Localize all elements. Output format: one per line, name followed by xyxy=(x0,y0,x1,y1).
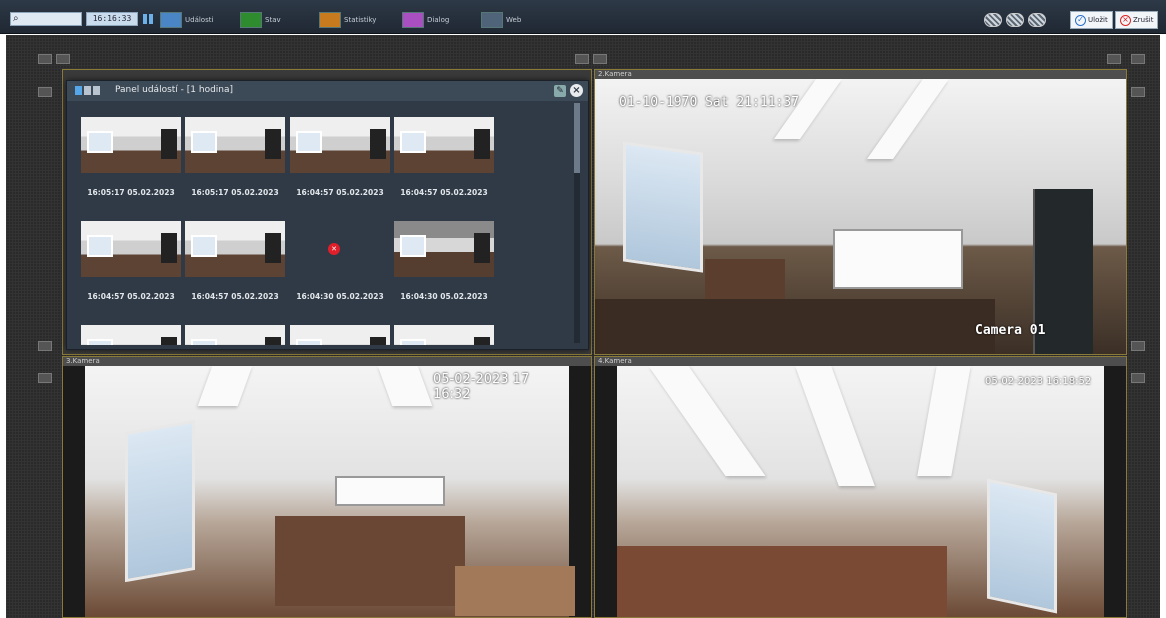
event-item[interactable]: 16:04:57 05.02.2023 xyxy=(390,117,494,217)
event-thumbnail xyxy=(81,117,181,173)
web-button[interactable]: Web xyxy=(481,10,521,30)
camera-slot-icon[interactable] xyxy=(1131,341,1145,351)
check-icon: ✓ xyxy=(1075,14,1086,26)
event-item[interactable] xyxy=(181,325,285,345)
event-thumbnail xyxy=(394,117,494,173)
view-mode-icons xyxy=(75,86,100,95)
event-thumbnail-missing xyxy=(290,221,390,277)
layout-mode-icon-3[interactable] xyxy=(1028,13,1046,27)
statistics-icon xyxy=(319,12,341,28)
event-item[interactable] xyxy=(77,325,181,345)
camera-label: 2.Kamera xyxy=(595,70,1126,79)
grid-view-icon[interactable] xyxy=(75,86,82,95)
event-thumbnail xyxy=(394,325,494,345)
osd-timestamp: 01-10-1970 Sat 21:11:37 xyxy=(619,95,800,110)
top-toolbar: ⌕ 16:16:33 Události Stav Statistiky Dial… xyxy=(0,0,1166,34)
camera-slot-icon[interactable] xyxy=(1131,373,1145,383)
edit-icon[interactable]: ✎ xyxy=(554,85,566,97)
event-item[interactable]: 16:04:57 05.02.2023 xyxy=(286,117,390,217)
osd-timestamp: 05-02-2023 17 16:32 xyxy=(433,372,530,402)
event-panel-header: Panel událostí - [1 hodina] ✎ × xyxy=(67,81,588,101)
camera-video: 01-10-1970 Sat 21:11:37 Camera 01 xyxy=(595,79,1126,354)
event-item[interactable]: 16:05:17 05.02.2023 xyxy=(181,117,285,217)
camera-video: 05-02-2023 16:18:52 xyxy=(617,366,1104,617)
event-item[interactable] xyxy=(390,325,494,345)
event-thumbnail xyxy=(290,325,390,345)
event-list-scrollbar[interactable] xyxy=(574,103,580,343)
search-icon: ⌕ xyxy=(13,13,19,24)
camera-slot-icon[interactable] xyxy=(1131,54,1145,64)
layout-mode-icon-1[interactable] xyxy=(984,13,1002,27)
event-item[interactable]: 16:04:30 05.02.2023 xyxy=(390,221,494,321)
event-item[interactable] xyxy=(286,325,390,345)
osd-camera-name: Camera 01 xyxy=(975,323,1046,338)
search-input[interactable]: ⌕ xyxy=(10,12,82,26)
camera-tile-4[interactable]: 4.Kamera 05-02-2023 16:18:52 xyxy=(594,356,1127,618)
camera-slot-icon[interactable] xyxy=(1107,54,1121,64)
layout-grid-icon[interactable] xyxy=(143,14,153,24)
camera-label: 4.Kamera xyxy=(595,357,1126,366)
event-list: 16:05:17 05.02.2023 16:05:17 05.02.2023 … xyxy=(77,117,573,345)
save-button[interactable]: ✓ Uložit xyxy=(1070,11,1113,29)
camera-slot-icon[interactable] xyxy=(575,54,589,64)
statistics-button[interactable]: Statistiky xyxy=(319,10,376,30)
osd-timestamp: 05-02-2023 16:18:52 xyxy=(985,376,1092,387)
event-panel-title: Panel událostí - [1 hodina] xyxy=(115,85,234,95)
error-icon: ✕ xyxy=(328,243,340,255)
events-icon xyxy=(160,12,182,28)
camera-slot-icon[interactable] xyxy=(1131,87,1145,97)
status-icon xyxy=(240,12,262,28)
camera-slot-icon[interactable] xyxy=(38,373,52,383)
status-button[interactable]: Stav xyxy=(240,10,281,30)
event-panel: Panel událostí - [1 hodina] ✎ × 16:05:17… xyxy=(66,80,589,350)
camera-tile-2[interactable]: 2.Kamera 01-10-1970 Sat 21:11:37 Camera … xyxy=(594,69,1127,355)
event-item[interactable]: ✕ 16:04:30 05.02.2023 xyxy=(286,221,386,321)
dialog-icon xyxy=(402,12,424,28)
dialog-button[interactable]: Dialog xyxy=(402,10,449,30)
event-item[interactable]: 16:04:57 05.02.2023 xyxy=(181,221,285,321)
event-thumbnail xyxy=(185,221,285,277)
camera-slot-icon[interactable] xyxy=(38,87,52,97)
camera-slot-icon[interactable] xyxy=(56,54,70,64)
event-thumbnail xyxy=(394,221,494,277)
clock-display: 16:16:33 xyxy=(86,12,138,26)
event-thumbnail xyxy=(185,117,285,173)
scrollbar-thumb[interactable] xyxy=(574,103,580,173)
camera-slot-icon[interactable] xyxy=(593,54,607,64)
camera-slot-icon[interactable] xyxy=(38,341,52,351)
camera-label: 3.Kamera xyxy=(63,357,591,366)
layout-mode-icon-2[interactable] xyxy=(1006,13,1024,27)
event-item[interactable]: 16:04:57 05.02.2023 xyxy=(77,221,181,321)
events-button[interactable]: Události xyxy=(160,10,213,30)
list-view-icon[interactable] xyxy=(84,86,91,95)
close-icon: × xyxy=(1120,14,1131,26)
camera-slot-icon[interactable] xyxy=(38,54,52,64)
event-thumbnail xyxy=(290,117,390,173)
web-icon xyxy=(481,12,503,28)
event-thumbnail xyxy=(81,221,181,277)
close-panel-icon[interactable]: × xyxy=(570,84,583,97)
event-item[interactable]: 16:05:17 05.02.2023 xyxy=(77,117,181,217)
detail-view-icon[interactable] xyxy=(93,86,100,95)
camera-video: 05-02-2023 17 16:32 xyxy=(85,366,575,617)
cancel-button[interactable]: × Zrušit xyxy=(1115,11,1159,29)
event-thumbnail xyxy=(185,325,285,345)
event-thumbnail xyxy=(81,325,181,345)
camera-tile-3[interactable]: 3.Kamera 05-02-2023 17 16:32 xyxy=(62,356,592,618)
